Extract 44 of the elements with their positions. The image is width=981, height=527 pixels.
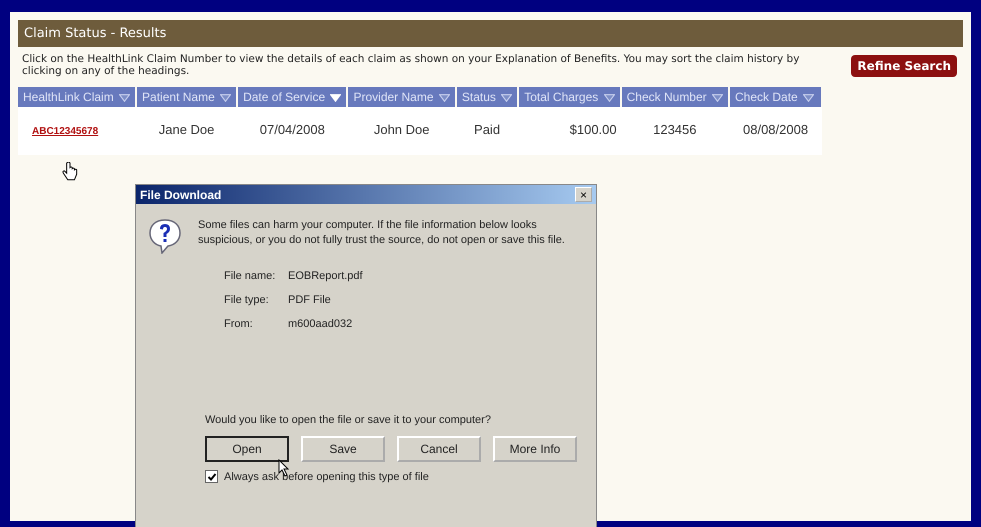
column-header[interactable]: Date of Service (237, 87, 348, 107)
column-header[interactable]: HealthLink Claim (18, 87, 136, 107)
question-bubble-icon (148, 218, 182, 254)
hand-cursor-icon (62, 162, 78, 182)
field-value: PDF File (288, 294, 332, 306)
field-value: m600aad032 (288, 318, 354, 330)
sort-arrow-icon (220, 94, 232, 102)
dialog-button[interactable]: More Info (493, 436, 577, 462)
sort-arrow-icon (501, 94, 512, 102)
dialog-button[interactable]: Save (301, 436, 385, 462)
table-cell: John Doe (374, 122, 430, 137)
table-cell: 123456 (653, 122, 696, 137)
field-label: File type: (224, 294, 270, 306)
sort-arrow-icon (119, 94, 130, 102)
field-label: From: (224, 318, 254, 330)
column-header[interactable]: Provider Name (347, 87, 456, 107)
sort-arrow-icon (438, 94, 450, 102)
checkbox[interactable] (205, 470, 218, 483)
column-header[interactable]: Check Number (620, 87, 729, 107)
question-text: Would you like to open the file or save it to your computer? (205, 414, 492, 426)
table-cell: Jane Doe (158, 122, 214, 137)
sort-arrow-icon (803, 94, 814, 102)
sort-arrow-icon (712, 94, 723, 102)
field-value: EOBReport.pdf (288, 270, 364, 282)
close-button[interactable]: × (575, 187, 592, 202)
column-header[interactable]: Status (456, 87, 518, 107)
refine-search-button[interactable]: Refine Search (851, 55, 957, 77)
intro-text: Click on the HealthLink Claim Number to view the details of each claim as shown on your Explanation of Benefits. You may sort the claim history by clicking on any of the headings. (22, 53, 800, 77)
table-cell: $100.00 (570, 122, 617, 137)
page-title: Claim Status - Results (24, 26, 166, 41)
sort-arrow-icon (330, 94, 342, 102)
sort-arrow-icon (604, 94, 615, 102)
dialog-title: File Download (140, 188, 222, 202)
table-cell: 08/08/2008 (743, 122, 808, 137)
table-cell: Paid (474, 122, 500, 137)
column-header[interactable]: Patient Name (136, 87, 238, 107)
dialog-button[interactable]: Cancel (397, 436, 481, 462)
column-header[interactable]: Check Date (729, 87, 822, 107)
column-header[interactable]: Total Charges (518, 87, 621, 107)
dialog-button[interactable]: Open (205, 436, 289, 462)
claim-link[interactable]: ABC12345678 (32, 126, 98, 137)
warning-text: Some files can harm your computer. If the file information below looks suspicious, or you do not fully trust the source, do not open or save this file. (198, 218, 566, 248)
field-label: File name: (224, 270, 276, 282)
table-cell: 07/04/2008 (260, 122, 325, 137)
